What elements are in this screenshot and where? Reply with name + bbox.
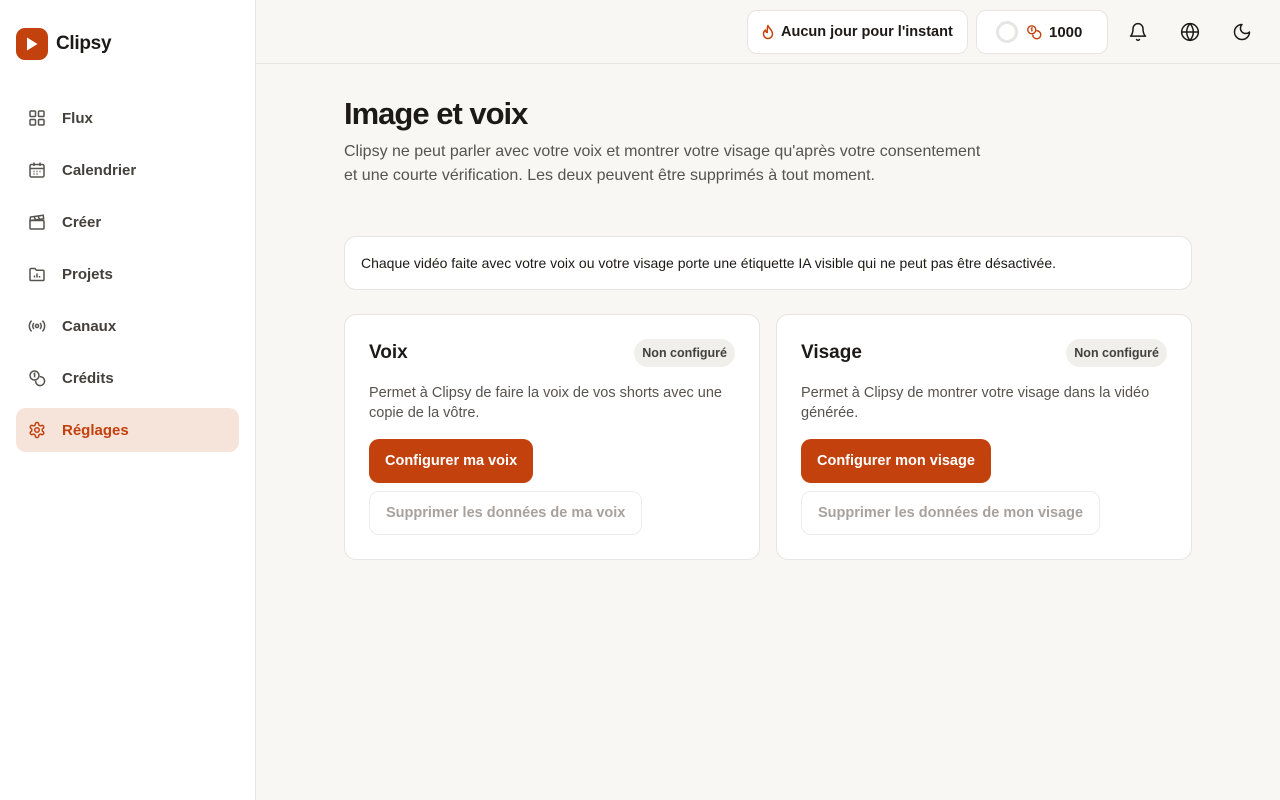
face-card-title: Visage [801, 342, 862, 363]
sidebar-item-label: Réglages [62, 421, 129, 439]
voice-card-title: Voix [369, 342, 408, 363]
brand[interactable]: Clipsy [16, 28, 112, 60]
clapperboard-icon [28, 213, 46, 231]
configure-voice-button[interactable]: Configurer ma voix [369, 439, 534, 483]
delete-face-data-button[interactable]: Supprimer les données de mon visage [801, 491, 1101, 535]
configure-face-button[interactable]: Configurer mon visage [801, 439, 991, 483]
sidebar-item-label: Créer [62, 213, 102, 231]
sidebar-item-canaux[interactable]: Canaux [16, 304, 239, 348]
progress-ring-icon [996, 21, 1018, 43]
page-title: Image et voix [344, 96, 528, 131]
sidebar-item-label: Crédits [62, 369, 114, 387]
sidebar: Clipsy Flux Calendrier Créer Projets Can… [0, 0, 256, 800]
grid-icon [28, 109, 46, 127]
coins-icon [28, 369, 46, 387]
globe-icon[interactable] [1178, 20, 1202, 44]
broadcast-icon [28, 317, 46, 335]
main-content: Image et voix Clipsy ne peut parler avec… [344, 96, 1192, 560]
face-card-description: Permet à Clipsy de montrer votre visage … [801, 385, 1150, 421]
sidebar-item-calendrier[interactable]: Calendrier [16, 148, 239, 192]
status-badge: Non configuré [634, 339, 735, 367]
voice-card-description: Permet à Clipsy de faire la voix de vos … [369, 385, 722, 421]
bell-icon[interactable] [1126, 20, 1150, 44]
credits-value: 1000 [1049, 23, 1083, 41]
sidebar-nav: Flux Calendrier Créer Projets Canaux Cré… [16, 96, 239, 460]
streak-button[interactable]: Aucun jour pour l'instant [747, 10, 968, 54]
sidebar-item-label: Projets [62, 265, 113, 283]
moon-icon[interactable] [1230, 20, 1254, 44]
status-badge: Non configuré [1066, 339, 1167, 367]
ai-label-notice: Chaque vidéo faite avec votre voix ou vo… [344, 236, 1192, 290]
calendar-icon [28, 161, 46, 179]
streak-label: Aucun jour pour l'instant [781, 24, 953, 40]
sidebar-item-credits[interactable]: Crédits [16, 356, 239, 400]
flame-icon [761, 24, 775, 40]
gear-icon [28, 421, 46, 439]
play-logo-icon [16, 28, 48, 60]
face-card: Visage Non configuré Permet à Clipsy de … [776, 314, 1192, 560]
sidebar-item-creer[interactable]: Créer [16, 200, 239, 244]
sidebar-item-reglages[interactable]: Réglages [16, 408, 239, 452]
sidebar-item-projets[interactable]: Projets [16, 252, 239, 296]
folder-chart-icon [28, 265, 46, 283]
sidebar-item-label: Canaux [62, 317, 117, 335]
sidebar-item-label: Flux [62, 109, 93, 127]
top-bar: Aucun jour pour l'instant 1000 [256, 0, 1280, 64]
page-description: Clipsy ne peut parler avec votre voix et… [344, 143, 981, 184]
voice-card: Voix Non configuré Permet à Clipsy de fa… [344, 314, 760, 560]
coins-icon [1026, 24, 1042, 40]
app-name: Clipsy [56, 33, 112, 54]
sidebar-item-flux[interactable]: Flux [16, 96, 239, 140]
delete-voice-data-button[interactable]: Supprimer les données de ma voix [369, 491, 643, 535]
credits-button[interactable]: 1000 [976, 10, 1108, 54]
sidebar-item-label: Calendrier [62, 161, 137, 179]
